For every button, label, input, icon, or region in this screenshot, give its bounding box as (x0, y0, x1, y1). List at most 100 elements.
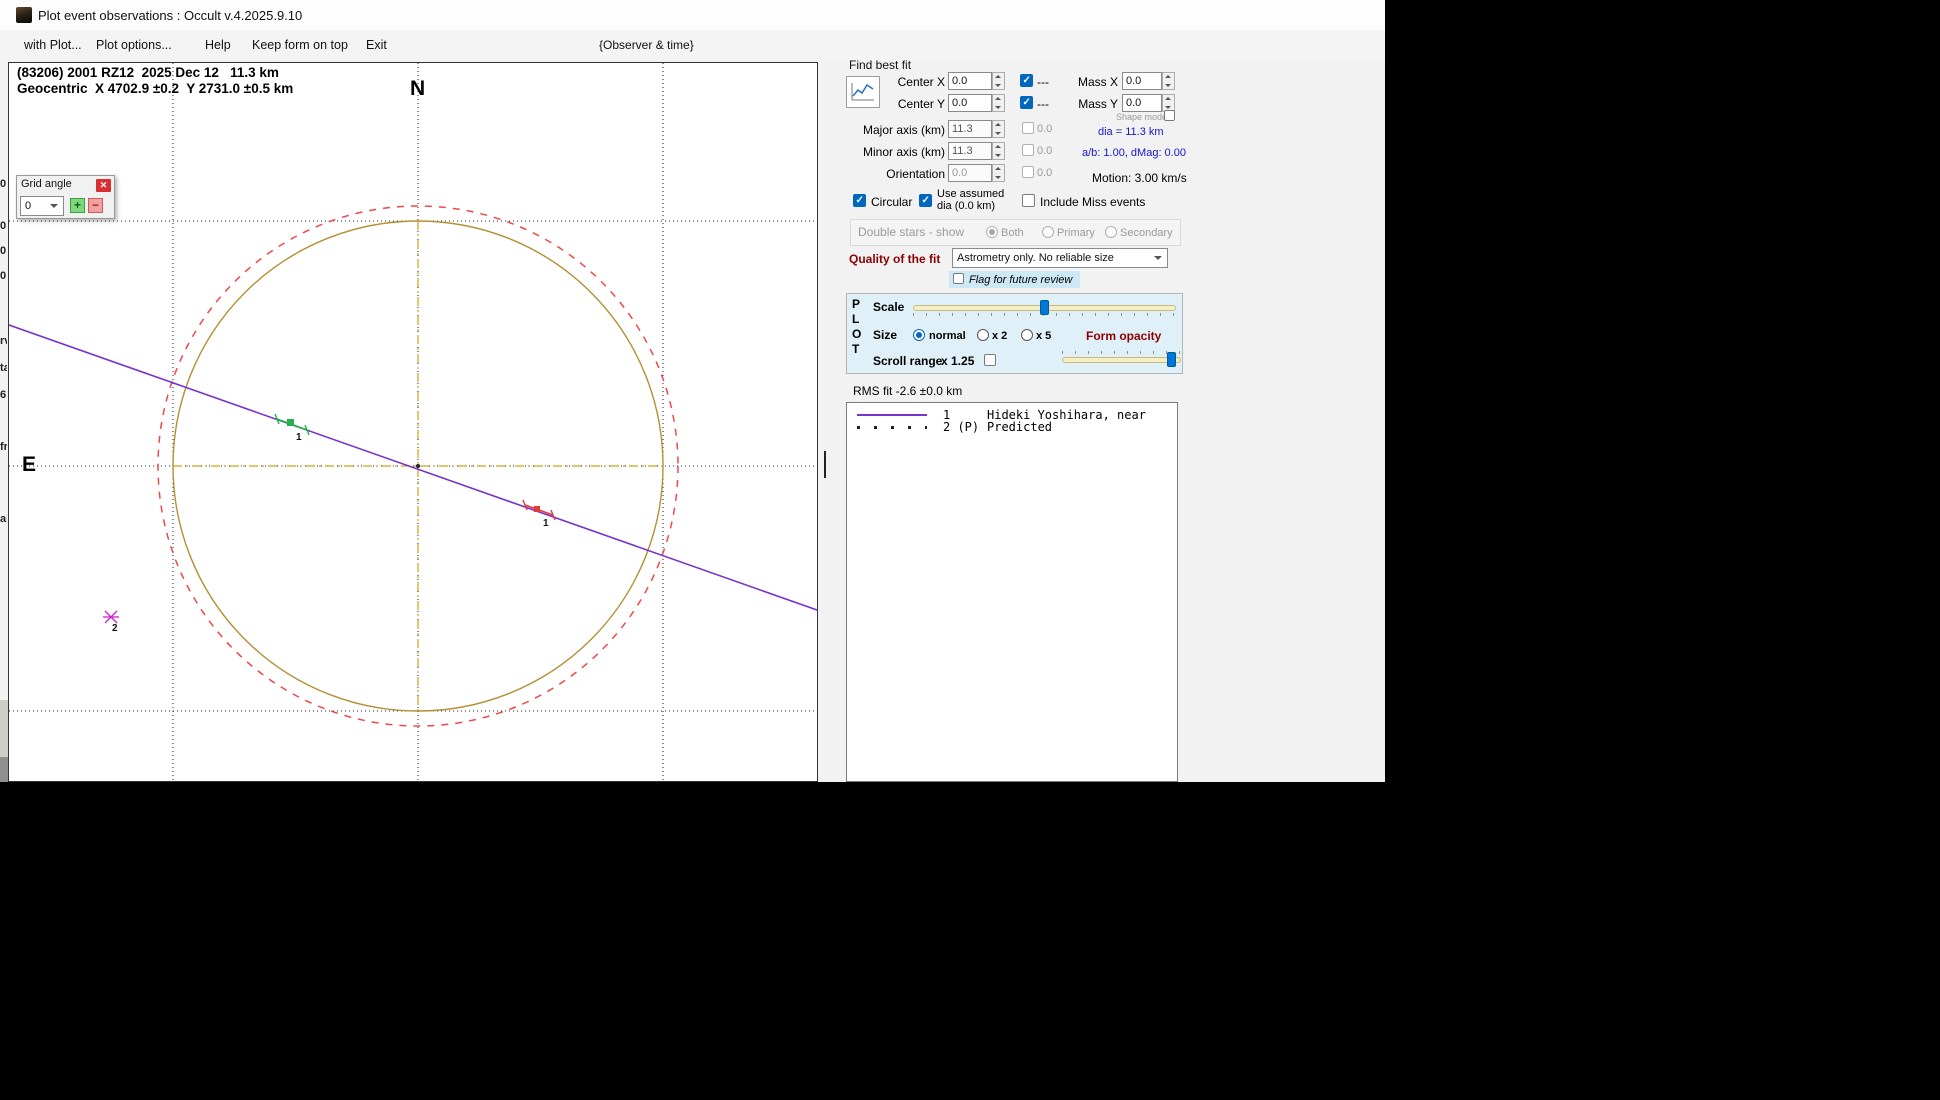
center-y-label: Center Y (897, 97, 945, 111)
marker-label: 2 (112, 623, 118, 634)
center-x-checkbox[interactable] (1020, 74, 1033, 87)
size-x5-radio[interactable] (1021, 329, 1033, 341)
double-stars-both-radio[interactable] (986, 226, 998, 238)
spinner-up-icon[interactable] (1163, 95, 1174, 103)
center-y-checkbox[interactable] (1020, 96, 1033, 109)
spinner-down-icon[interactable] (993, 151, 1004, 159)
spinner-down-icon[interactable] (993, 129, 1004, 137)
spinner-down-icon[interactable] (993, 173, 1004, 181)
event-header-line1: (83206) 2001 RZ12 2025 Dec 12 11.3 km (17, 65, 279, 80)
motion-info: Motion: 3.00 km/s (1092, 171, 1187, 185)
predicted-marker-magenta[interactable]: 2 (103, 610, 119, 634)
clipped-background-text: rv (0, 335, 7, 347)
mass-x-input[interactable]: 0.0 (1122, 72, 1162, 90)
track-line[interactable] (9, 324, 817, 611)
spinner-up-icon[interactable] (993, 143, 1004, 151)
minor-axis-alt: 0.0 (1037, 145, 1053, 157)
flag-review-checkbox[interactable] (953, 273, 964, 284)
occult-app-window: Plot event observations : Occult v.4.202… (0, 0, 1385, 782)
major-axis-alt: 0.0 (1037, 123, 1053, 135)
menu-keep-on-top[interactable]: Keep form on top (252, 30, 348, 60)
legend-observer-name: Predicted (987, 420, 1053, 434)
clipped-background-text: 0 (0, 220, 7, 232)
spinner-up-icon[interactable] (993, 165, 1004, 173)
minor-axis-spinner[interactable] (992, 142, 1005, 160)
spinner-up-icon[interactable] (993, 73, 1004, 81)
minor-axis-label: Minor axis (km) (862, 145, 945, 159)
spinner-down-icon[interactable] (1163, 81, 1174, 89)
major-axis-input[interactable]: 11.3 (948, 120, 992, 138)
orientation-checkbox[interactable] (1022, 166, 1034, 178)
observed-marker-green[interactable]: 1 (274, 413, 310, 443)
minor-axis-input[interactable]: 11.3 (948, 142, 992, 160)
orientation-label: Orientation (886, 167, 945, 181)
scale-slider-thumb[interactable] (1040, 300, 1049, 315)
menu-exit[interactable]: Exit (366, 30, 387, 60)
spinner-up-icon[interactable] (993, 121, 1004, 129)
mass-x-spinner[interactable] (1162, 72, 1175, 90)
form-opacity-label[interactable]: Form opacity (1086, 329, 1161, 343)
plot-canvas[interactable]: 1 1 2 (9, 63, 817, 781)
center-point (416, 464, 420, 468)
scroll-range-mult: x 1.25 (941, 354, 975, 368)
double-stars-primary-radio[interactable] (1042, 226, 1054, 238)
shape-model-checkbox[interactable] (1164, 110, 1175, 121)
size-normal-radio[interactable] (913, 329, 925, 341)
menu-help[interactable]: Help (205, 30, 231, 60)
use-assumed-checkbox[interactable] (919, 194, 932, 207)
double-stars-secondary-label: Secondary (1120, 227, 1173, 239)
grid-angle-select[interactable]: 0 (20, 196, 64, 216)
circular-checkbox[interactable] (853, 194, 866, 207)
spinner-down-icon[interactable] (993, 81, 1004, 89)
center-y-input[interactable]: 0.0 (948, 94, 992, 112)
quality-select[interactable]: Astrometry only. No reliable size (952, 248, 1168, 268)
double-stars-secondary-radio[interactable] (1105, 226, 1117, 238)
orientation-spinner[interactable] (992, 164, 1005, 182)
center-y-spinner[interactable] (992, 94, 1005, 112)
plot-vertical-l: L (852, 312, 860, 326)
menu-with-plot[interactable]: with Plot... (24, 30, 82, 60)
mass-y-input[interactable]: 0.0 (1122, 94, 1162, 112)
mass-x-label: Mass X (1077, 75, 1118, 89)
app-icon (16, 7, 32, 23)
menu-plot-options[interactable]: Plot options... (96, 30, 172, 60)
include-miss-checkbox[interactable] (1022, 194, 1035, 207)
legend-line-sample (857, 414, 927, 416)
spinner-up-icon[interactable] (993, 95, 1004, 103)
size-x2-radio[interactable] (977, 329, 989, 341)
double-stars-primary-label: Primary (1057, 227, 1095, 239)
spinner-up-icon[interactable] (1163, 73, 1174, 81)
observed-marker-red[interactable]: 1 (522, 499, 556, 529)
grid-angle-plus-button[interactable]: + (70, 198, 85, 213)
scroll-range-checkbox[interactable] (984, 354, 996, 366)
center-x-spinner[interactable] (992, 72, 1005, 90)
center-x-input[interactable]: 0.0 (948, 72, 992, 90)
spinner-down-icon[interactable] (993, 103, 1004, 111)
clipped-background-text: 6 (0, 389, 7, 401)
legend-chord-number: 2 (P) (943, 420, 980, 434)
marker-label: 1 (543, 518, 549, 529)
major-axis-checkbox[interactable] (1022, 122, 1034, 134)
ab-dmag-info: a/b: 1.00, dMag: 0.00 (1082, 147, 1186, 159)
clipped-background-text: 0 (0, 245, 7, 257)
opacity-slider-track[interactable] (1062, 357, 1181, 363)
text-caret-fragment (824, 451, 826, 478)
plot-area[interactable]: 1 1 2 (83206) 2001 RZ12 2025 Dec 12 11.3… (8, 62, 818, 782)
legend-row[interactable]: 2 (P) Predicted (847, 419, 1177, 434)
observer-time-label[interactable]: {Observer & time} (599, 30, 694, 60)
grid-angle-minus-button[interactable]: − (88, 198, 103, 213)
title-bar: Plot event observations : Occult v.4.202… (0, 0, 1385, 30)
legend-listbox[interactable]: 1 Hideki Yoshihara, near 2 (P) Predicted (846, 402, 1178, 782)
minor-axis-checkbox[interactable] (1022, 144, 1034, 156)
event-header-line2: Geocentric X 4702.9 ±0.2 Y 2731.0 ±0.5 k… (17, 81, 294, 96)
shape-model-label: Shape model (1116, 112, 1170, 122)
size-label: Size (873, 328, 898, 342)
include-miss-label: Include Miss events (1040, 195, 1146, 209)
major-axis-spinner[interactable] (992, 120, 1005, 138)
clipped-background-text: 0 (0, 178, 7, 190)
opacity-slider-thumb[interactable] (1167, 352, 1176, 367)
orientation-input[interactable]: 0.0 (948, 164, 992, 182)
rms-fit-label: RMS fit -2.6 ±0.0 km (853, 384, 963, 398)
grid-lines (9, 63, 817, 781)
close-icon[interactable]: ✕ (96, 179, 111, 192)
